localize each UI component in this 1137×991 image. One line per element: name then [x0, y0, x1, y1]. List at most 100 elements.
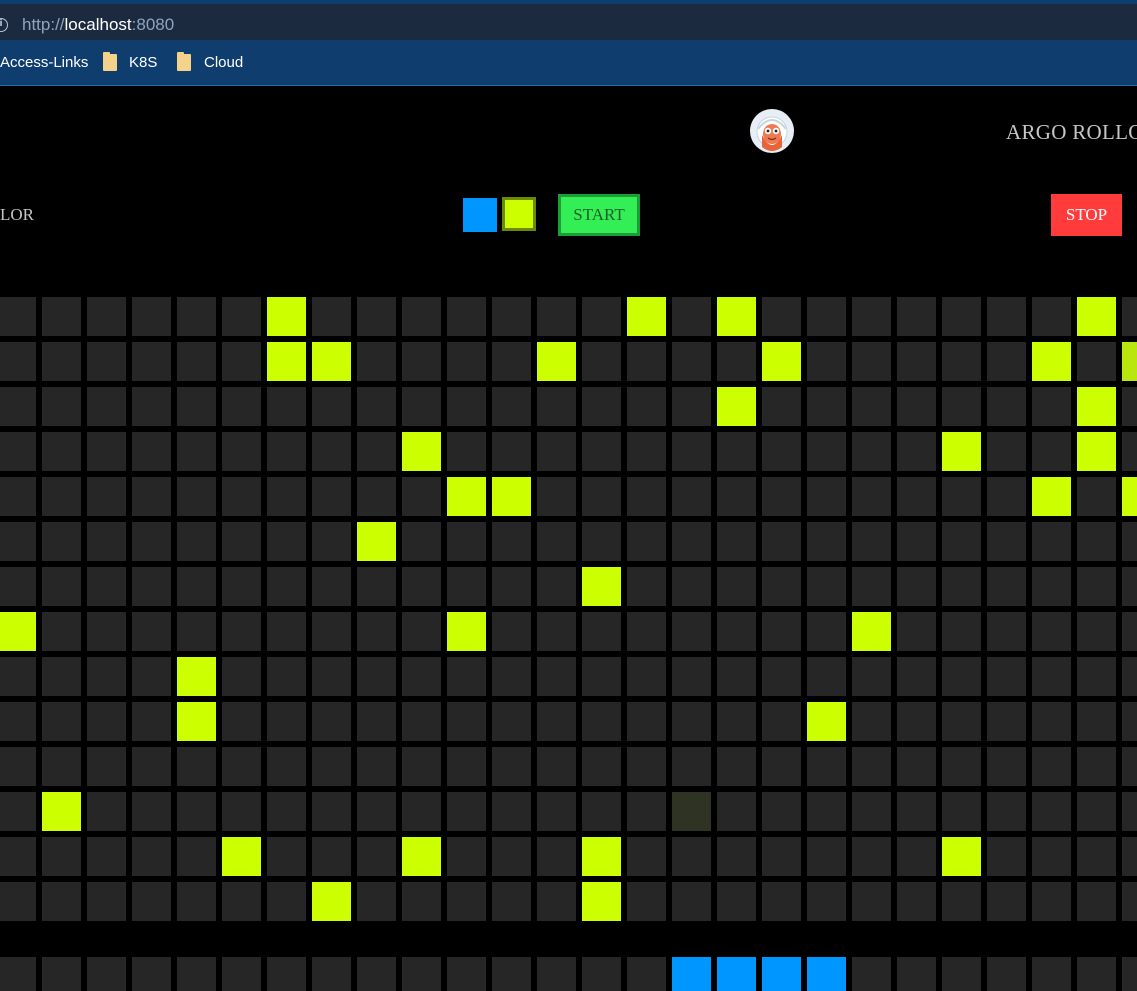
grid-cell[interactable] — [897, 522, 936, 561]
grid-cell[interactable] — [177, 882, 216, 921]
grid-cell[interactable] — [87, 657, 126, 696]
grid-cell[interactable] — [177, 747, 216, 786]
grid-cell[interactable] — [132, 882, 171, 921]
grid-cell[interactable] — [807, 837, 846, 876]
grid-cell[interactable] — [177, 567, 216, 606]
url-text[interactable]: http://localhost:8080 — [22, 15, 174, 35]
grid-cell[interactable] — [222, 882, 261, 921]
grid-cell[interactable] — [987, 837, 1026, 876]
grid-cell[interactable] — [942, 522, 981, 561]
grid-cell[interactable] — [402, 747, 441, 786]
grid-cell[interactable] — [762, 882, 801, 921]
grid-cell[interactable] — [87, 477, 126, 516]
grid-cell[interactable] — [627, 882, 666, 921]
grid-cell[interactable] — [87, 567, 126, 606]
grid-cell[interactable] — [132, 387, 171, 426]
grid-cell[interactable] — [222, 297, 261, 336]
grid-cell[interactable] — [582, 837, 621, 876]
grid-cell[interactable] — [357, 522, 396, 561]
grid-cell[interactable] — [267, 342, 306, 381]
grid-cell[interactable] — [87, 297, 126, 336]
grid-cell[interactable] — [402, 837, 441, 876]
grid-cell[interactable] — [627, 747, 666, 786]
grid-cell[interactable] — [42, 702, 81, 741]
grid-cell[interactable] — [537, 432, 576, 471]
grid-cell[interactable] — [1077, 432, 1116, 471]
grid-cell[interactable] — [987, 342, 1026, 381]
grid-cell[interactable] — [312, 567, 351, 606]
grid-cell[interactable] — [447, 882, 486, 921]
grid-cell[interactable] — [807, 612, 846, 651]
grid-cell[interactable] — [537, 882, 576, 921]
grid-cell[interactable] — [357, 882, 396, 921]
grid-cell[interactable] — [267, 432, 306, 471]
grid-cell[interactable] — [537, 747, 576, 786]
grid-cell[interactable] — [312, 657, 351, 696]
grid-cell[interactable] — [177, 657, 216, 696]
grid-cell[interactable] — [492, 342, 531, 381]
grid-cell[interactable] — [627, 702, 666, 741]
grid-cell[interactable] — [897, 747, 936, 786]
grid-cell[interactable] — [447, 837, 486, 876]
grid-cell[interactable] — [807, 882, 846, 921]
grid-cell[interactable] — [312, 612, 351, 651]
grid-cell[interactable] — [1032, 702, 1071, 741]
grid-cell[interactable] — [942, 432, 981, 471]
grid-cell[interactable] — [1122, 837, 1137, 876]
grid-cell[interactable] — [1122, 477, 1137, 516]
grid-cell[interactable] — [1032, 432, 1071, 471]
grid-cell[interactable] — [222, 702, 261, 741]
grid-cell[interactable] — [357, 612, 396, 651]
grid-cell[interactable] — [0, 882, 36, 921]
grid-cell[interactable] — [672, 702, 711, 741]
grid-cell[interactable] — [762, 837, 801, 876]
grid-cell[interactable] — [42, 432, 81, 471]
grid-cell[interactable] — [1122, 432, 1137, 471]
grid-cell[interactable] — [492, 522, 531, 561]
grid-cell[interactable] — [582, 297, 621, 336]
grid-cell[interactable] — [312, 702, 351, 741]
grid-cell[interactable] — [987, 792, 1026, 831]
grid-cell[interactable] — [267, 702, 306, 741]
grid-cell[interactable] — [1077, 522, 1116, 561]
grid-cell[interactable] — [762, 387, 801, 426]
grid-cell[interactable] — [762, 612, 801, 651]
grid-cell[interactable] — [0, 297, 36, 336]
grid-cell[interactable] — [987, 297, 1026, 336]
grid-cell[interactable] — [1122, 567, 1137, 606]
grid-cell[interactable] — [402, 477, 441, 516]
grid-cell[interactable] — [582, 792, 621, 831]
grid-cell[interactable] — [402, 387, 441, 426]
grid-cell[interactable] — [987, 702, 1026, 741]
grid-cell[interactable] — [267, 612, 306, 651]
grid-cell[interactable] — [492, 297, 531, 336]
grid-cell[interactable] — [807, 387, 846, 426]
grid-cell[interactable] — [402, 432, 441, 471]
grid-cell[interactable] — [0, 612, 36, 651]
grid-cell[interactable] — [537, 612, 576, 651]
grid-cell[interactable] — [42, 522, 81, 561]
grid-cell[interactable] — [222, 837, 261, 876]
grid-cell[interactable] — [1032, 297, 1071, 336]
grid-cell[interactable] — [672, 477, 711, 516]
grid-cell[interactable] — [717, 432, 756, 471]
grid-cell[interactable] — [582, 567, 621, 606]
grid-cell[interactable] — [807, 432, 846, 471]
grid-cell[interactable] — [717, 342, 756, 381]
grid-cell[interactable] — [42, 657, 81, 696]
grid-cell[interactable] — [762, 477, 801, 516]
grid-cell[interactable] — [1032, 342, 1071, 381]
grid-cell[interactable] — [987, 747, 1026, 786]
grid-cell[interactable] — [942, 297, 981, 336]
color-swatch-lime[interactable] — [502, 197, 536, 231]
grid-cell[interactable] — [492, 747, 531, 786]
grid-cell[interactable] — [852, 702, 891, 741]
grid-cell[interactable] — [492, 882, 531, 921]
grid-cell[interactable] — [852, 297, 891, 336]
grid-cell[interactable] — [132, 477, 171, 516]
grid-cell[interactable] — [1032, 522, 1071, 561]
grid-cell[interactable] — [897, 792, 936, 831]
grid-cell[interactable] — [1122, 747, 1137, 786]
grid-cell[interactable] — [357, 792, 396, 831]
grid-cell[interactable] — [447, 477, 486, 516]
